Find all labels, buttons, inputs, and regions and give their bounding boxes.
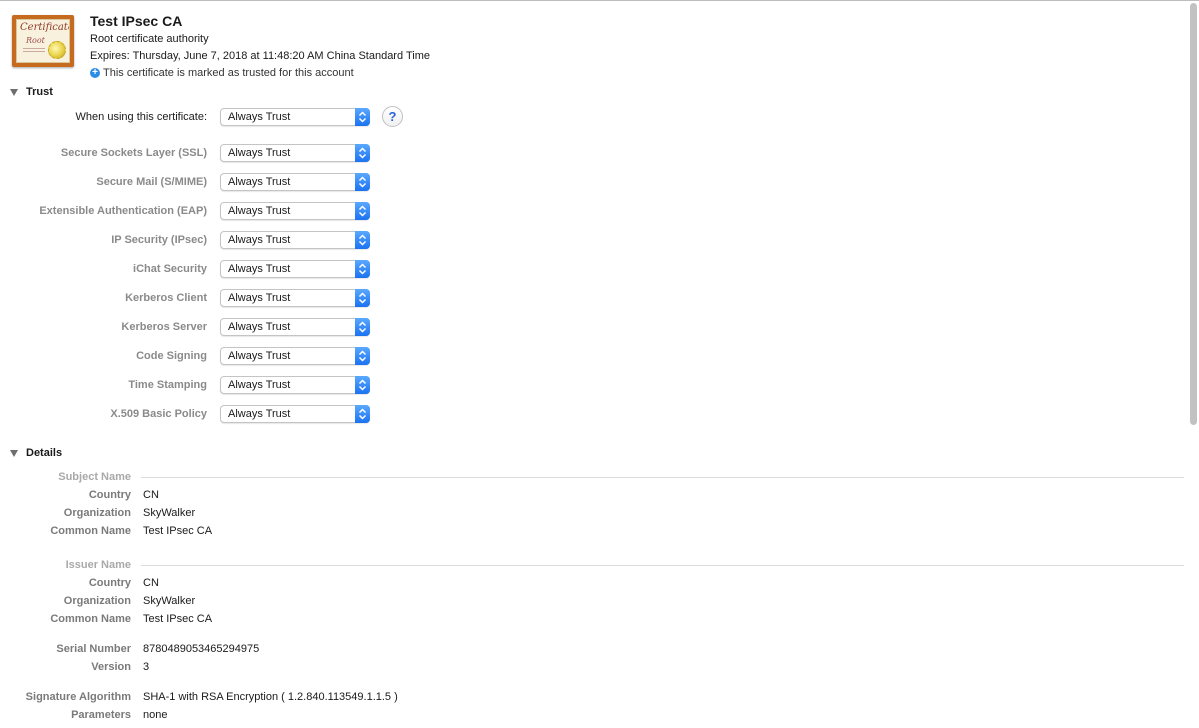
trust-popup-time-stamping[interactable]: Always Trust bbox=[220, 376, 370, 394]
trust-popup-kerberos-server[interactable]: Always Trust bbox=[220, 318, 370, 336]
trust-row-label: X.509 Basic Policy bbox=[110, 408, 207, 420]
version-label: Version bbox=[91, 661, 131, 673]
signature-algorithm-value: SHA-1 with RSA Encryption ( 1.2.840.1135… bbox=[143, 691, 398, 703]
vertical-scrollbar-thumb[interactable] bbox=[1190, 3, 1197, 425]
popup-value: Always Trust bbox=[228, 176, 291, 188]
plus-circle-icon: + bbox=[90, 68, 100, 78]
detail-value: Test IPsec CA bbox=[143, 613, 213, 625]
popup-arrows-icon bbox=[355, 202, 370, 220]
trust-row-label: IP Security (IPsec) bbox=[111, 234, 207, 246]
detail-label: Common Name bbox=[50, 525, 131, 537]
details-section-title: Details bbox=[26, 447, 63, 459]
signature-algorithm-label: Signature Algorithm bbox=[25, 691, 131, 703]
trust-popup-x509[interactable]: Always Trust bbox=[220, 405, 370, 423]
popup-value: Always Trust bbox=[228, 321, 291, 333]
detail-label: Country bbox=[88, 577, 131, 589]
certificate-icon-root: Root bbox=[26, 36, 45, 45]
popup-arrows-icon bbox=[355, 405, 370, 423]
popup-arrows-icon bbox=[355, 144, 370, 162]
certificate-expires: Expires: Thursday, June 7, 2018 at 11:48… bbox=[90, 50, 430, 62]
serial-number-value: 8780489053465294975 bbox=[143, 643, 260, 655]
detail-value: Test IPsec CA bbox=[143, 525, 213, 537]
popup-arrows-icon bbox=[355, 108, 370, 126]
popup-value: Always Trust bbox=[228, 350, 291, 362]
disclosure-triangle-icon bbox=[10, 88, 18, 96]
trust-row-label: Kerberos Server bbox=[121, 321, 207, 333]
trust-popup-smime[interactable]: Always Trust bbox=[220, 173, 370, 191]
popup-value: Always Trust bbox=[228, 205, 291, 217]
certificate-paper: Certificate Root bbox=[16, 19, 70, 63]
popup-value: Always Trust bbox=[228, 292, 291, 304]
trust-row-label: Secure Mail (S/MIME) bbox=[96, 176, 207, 188]
trust-row-label: Kerberos Client bbox=[125, 292, 207, 304]
certificate-icon: Certificate Root bbox=[12, 15, 74, 67]
trust-section-title: Trust bbox=[26, 86, 53, 98]
detail-value: CN bbox=[143, 577, 159, 589]
detail-label: Organization bbox=[63, 595, 131, 607]
detail-value: SkyWalker bbox=[143, 507, 196, 519]
popup-arrows-icon bbox=[355, 231, 370, 249]
popup-arrows-icon bbox=[355, 173, 370, 191]
trust-popup-ssl[interactable]: Always Trust bbox=[220, 144, 370, 162]
popup-arrows-icon bbox=[355, 347, 370, 365]
parameters-value: none bbox=[143, 709, 168, 721]
trusted-note: + This certificate is marked as trusted … bbox=[90, 67, 354, 79]
version-value: 3 bbox=[143, 661, 150, 673]
certificate-title: Test IPsec CA bbox=[90, 13, 183, 29]
details-section-toggle[interactable]: Details bbox=[10, 447, 62, 459]
popup-arrows-icon bbox=[355, 318, 370, 336]
subject-name-title: Subject Name bbox=[58, 471, 131, 483]
popup-value: Always Trust bbox=[228, 111, 291, 123]
trust-section-toggle[interactable]: Trust bbox=[10, 86, 53, 98]
issuer-divider bbox=[141, 565, 1184, 566]
popup-arrows-icon bbox=[355, 376, 370, 394]
parameters-label: Parameters bbox=[71, 709, 131, 721]
when-using-popup[interactable]: Always Trust bbox=[220, 108, 370, 126]
popup-value: Always Trust bbox=[228, 408, 291, 420]
issuer-name-title: Issuer Name bbox=[65, 559, 131, 571]
popup-value: Always Trust bbox=[228, 234, 291, 246]
serial-number-label: Serial Number bbox=[56, 643, 131, 655]
trust-popup-kerberos-client[interactable]: Always Trust bbox=[220, 289, 370, 307]
trust-row-label: Time Stamping bbox=[128, 379, 207, 391]
certificate-icon-lines bbox=[23, 48, 45, 52]
popup-value: Always Trust bbox=[228, 379, 291, 391]
trust-row-label: iChat Security bbox=[133, 263, 207, 275]
subject-divider bbox=[141, 477, 1184, 478]
trusted-note-text: This certificate is marked as trusted fo… bbox=[103, 67, 354, 79]
trust-row-label: Code Signing bbox=[136, 350, 207, 362]
trust-popup-eap[interactable]: Always Trust bbox=[220, 202, 370, 220]
certificate-icon-text: Certificate bbox=[20, 22, 70, 33]
when-using-label: When using this certificate: bbox=[75, 111, 207, 123]
trust-row-label: Secure Sockets Layer (SSL) bbox=[60, 147, 207, 159]
popup-arrows-icon bbox=[355, 260, 370, 278]
trust-popup-code-signing[interactable]: Always Trust bbox=[220, 347, 370, 365]
certificate-subtitle: Root certificate authority bbox=[90, 33, 209, 45]
seal-icon bbox=[48, 41, 66, 59]
detail-value: SkyWalker bbox=[143, 595, 196, 607]
popup-arrows-icon bbox=[355, 289, 370, 307]
popup-value: Always Trust bbox=[228, 263, 291, 275]
trust-row-label: Extensible Authentication (EAP) bbox=[39, 205, 207, 217]
trust-popup-ipsec[interactable]: Always Trust bbox=[220, 231, 370, 249]
detail-label: Country bbox=[88, 489, 131, 501]
window-top-border bbox=[0, 0, 1199, 1]
detail-label: Common Name bbox=[50, 613, 131, 625]
detail-label: Organization bbox=[63, 507, 131, 519]
disclosure-triangle-icon bbox=[10, 449, 18, 457]
help-button[interactable]: ? bbox=[382, 106, 403, 127]
popup-value: Always Trust bbox=[228, 147, 291, 159]
trust-popup-ichat[interactable]: Always Trust bbox=[220, 260, 370, 278]
detail-value: CN bbox=[143, 489, 159, 501]
